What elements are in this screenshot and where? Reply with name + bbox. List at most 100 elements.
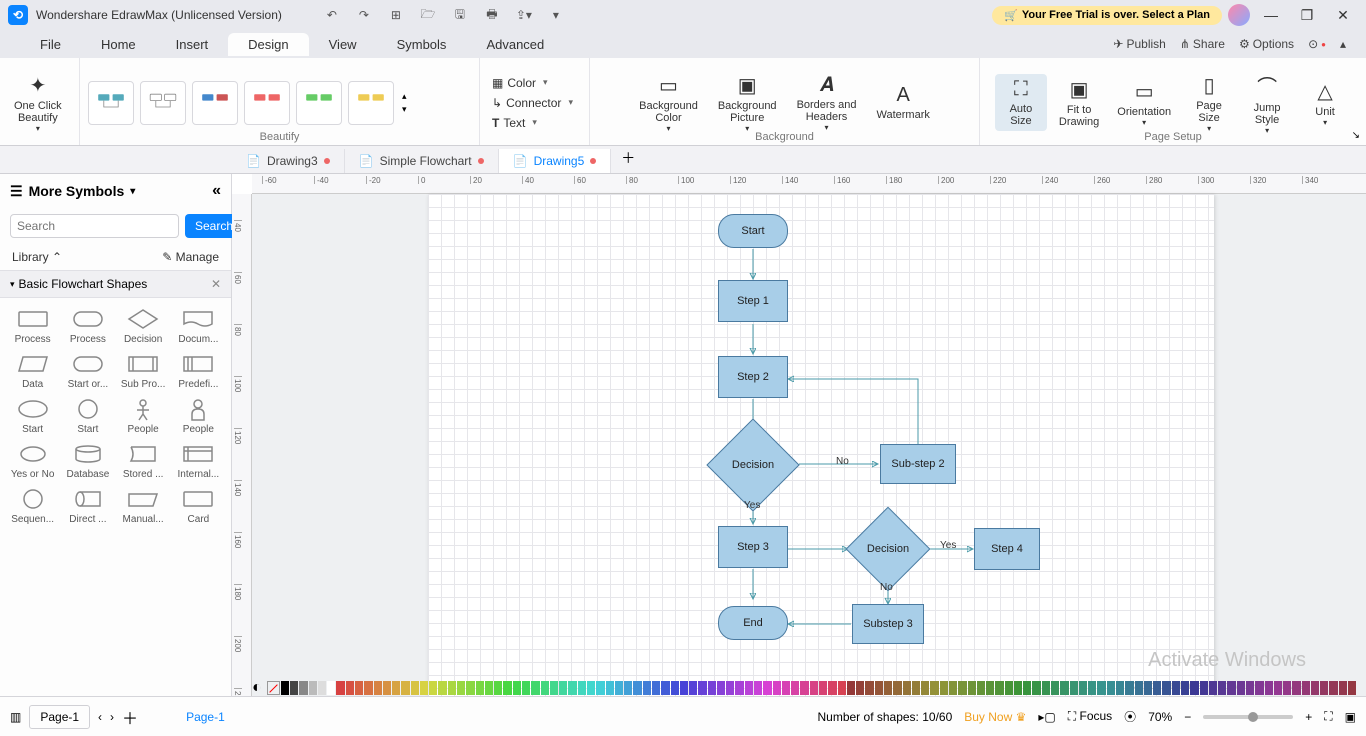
- color-swatch[interactable]: [1088, 681, 1096, 695]
- zoom-in-button[interactable]: +: [1305, 710, 1312, 724]
- color-swatch[interactable]: [958, 681, 966, 695]
- color-swatch[interactable]: [735, 681, 743, 695]
- color-swatch[interactable]: [624, 681, 632, 695]
- color-swatch[interactable]: [457, 681, 465, 695]
- color-swatch[interactable]: [281, 681, 289, 695]
- drawing-page[interactable]: Start Step 1 Step 2 Decision Sub-step 2 …: [428, 194, 1214, 696]
- page-size-button[interactable]: ▯Page Size▾: [1183, 69, 1235, 137]
- doctab-drawing3[interactable]: 📄 Drawing3: [232, 149, 345, 173]
- color-swatch[interactable]: [828, 681, 836, 695]
- shape-subpro[interactable]: Sub Pro...: [117, 351, 170, 390]
- color-swatch[interactable]: [763, 681, 771, 695]
- page-list-icon[interactable]: ▥: [10, 710, 21, 724]
- color-swatch[interactable]: [364, 681, 372, 695]
- redo-icon[interactable]: ↷: [354, 5, 374, 25]
- color-swatch[interactable]: [698, 681, 706, 695]
- close-button[interactable]: ✕: [1328, 7, 1358, 24]
- color-swatch[interactable]: [1329, 681, 1337, 695]
- color-swatch[interactable]: [466, 681, 474, 695]
- present-icon[interactable]: ▸▢: [1038, 710, 1055, 724]
- color-swatch[interactable]: [578, 681, 586, 695]
- autoplay-icon[interactable]: ⦿: [1124, 708, 1136, 725]
- page-prev-icon[interactable]: ‹: [98, 710, 102, 724]
- color-swatch[interactable]: [1014, 681, 1022, 695]
- style-preset-2[interactable]: [140, 81, 186, 125]
- color-swatch[interactable]: [494, 681, 502, 695]
- shape-direct[interactable]: Direct ...: [61, 486, 114, 525]
- color-swatch[interactable]: [327, 681, 335, 695]
- color-swatch[interactable]: [438, 681, 446, 695]
- color-swatch[interactable]: [921, 681, 929, 695]
- shapes-section-header[interactable]: ▾Basic Flowchart Shapes ✕: [0, 270, 231, 298]
- node-decision1[interactable]: Decision: [720, 432, 786, 498]
- color-swatch[interactable]: [1032, 681, 1040, 695]
- zoom-out-button[interactable]: −: [1184, 710, 1191, 724]
- color-swatch[interactable]: [1042, 681, 1050, 695]
- share-button[interactable]: ⋔ Share: [1180, 37, 1225, 51]
- page-next-icon[interactable]: ›: [110, 710, 114, 724]
- color-swatch[interactable]: [745, 681, 753, 695]
- canvas[interactable]: Start Step 1 Step 2 Decision Sub-step 2 …: [252, 194, 1366, 696]
- more-icon[interactable]: ▾: [546, 5, 566, 25]
- one-click-beautify-button[interactable]: ✦ One Click Beautify ▾: [8, 69, 68, 137]
- node-step3[interactable]: Step 3: [718, 526, 788, 568]
- background-picture-button[interactable]: ▣Background Picture▾: [712, 69, 783, 137]
- color-swatch[interactable]: [568, 681, 576, 695]
- close-section-icon[interactable]: ✕: [211, 277, 221, 291]
- color-swatch[interactable]: [346, 681, 354, 695]
- color-swatch[interactable]: [318, 681, 326, 695]
- color-swatch[interactable]: [689, 681, 697, 695]
- publish-button[interactable]: ✈ Publish: [1113, 37, 1165, 51]
- color-swatch[interactable]: [726, 681, 734, 695]
- color-swatch[interactable]: [299, 681, 307, 695]
- color-swatch[interactable]: [1005, 681, 1013, 695]
- style-preset-6[interactable]: [348, 81, 394, 125]
- color-swatch[interactable]: [903, 681, 911, 695]
- color-swatch[interactable]: [791, 681, 799, 695]
- shape-stored[interactable]: Stored ...: [117, 441, 170, 480]
- color-swatch[interactable]: [1209, 681, 1217, 695]
- color-swatch[interactable]: [1125, 681, 1133, 695]
- color-swatch[interactable]: [429, 681, 437, 695]
- shape-process[interactable]: Process: [6, 306, 59, 345]
- jump-style-button[interactable]: ⌒Jump Style▾: [1241, 67, 1293, 139]
- style-preset-1[interactable]: [88, 81, 134, 125]
- color-swatch[interactable]: [912, 681, 920, 695]
- color-swatch[interactable]: [986, 681, 994, 695]
- shape-internal[interactable]: Internal...: [172, 441, 225, 480]
- color-swatch[interactable]: [1302, 681, 1310, 695]
- user-avatar[interactable]: [1228, 4, 1250, 26]
- color-swatch[interactable]: [1265, 681, 1273, 695]
- page-tab-1[interactable]: Page-1: [29, 705, 90, 729]
- fit-drawing-button[interactable]: ▣Fit to Drawing: [1053, 73, 1105, 132]
- more-symbols-header[interactable]: More Symbols: [29, 183, 125, 199]
- color-swatch[interactable]: [448, 681, 456, 695]
- color-swatch[interactable]: [1070, 681, 1078, 695]
- color-dropdown[interactable]: ▦ Color: [488, 75, 577, 91]
- fit-window-icon[interactable]: ⛶: [1324, 709, 1332, 724]
- color-swatch[interactable]: [838, 681, 846, 695]
- maximize-button[interactable]: ❐: [1292, 7, 1322, 24]
- color-swatch[interactable]: [717, 681, 725, 695]
- color-swatch[interactable]: [1274, 681, 1282, 695]
- save-icon[interactable]: 🖫: [450, 5, 470, 25]
- color-swatch[interactable]: [884, 681, 892, 695]
- color-swatch[interactable]: [977, 681, 985, 695]
- library-button[interactable]: Library ⌃: [12, 250, 62, 264]
- color-swatch[interactable]: [782, 681, 790, 695]
- color-swatch[interactable]: [875, 681, 883, 695]
- color-swatch[interactable]: [1162, 681, 1170, 695]
- color-swatch[interactable]: [1190, 681, 1198, 695]
- options-button[interactable]: ⚙ Options: [1239, 37, 1294, 51]
- color-swatch[interactable]: [411, 681, 419, 695]
- undo-icon[interactable]: ↶: [322, 5, 342, 25]
- color-swatch[interactable]: [522, 681, 530, 695]
- collapse-panel-icon[interactable]: «: [212, 182, 221, 200]
- color-swatch[interactable]: [671, 681, 679, 695]
- color-swatch[interactable]: [1153, 681, 1161, 695]
- color-swatch[interactable]: [1181, 681, 1189, 695]
- menu-home[interactable]: Home: [81, 33, 156, 56]
- color-swatch[interactable]: [485, 681, 493, 695]
- focus-button[interactable]: ⛶ Focus: [1068, 709, 1112, 724]
- menu-insert[interactable]: Insert: [156, 33, 229, 56]
